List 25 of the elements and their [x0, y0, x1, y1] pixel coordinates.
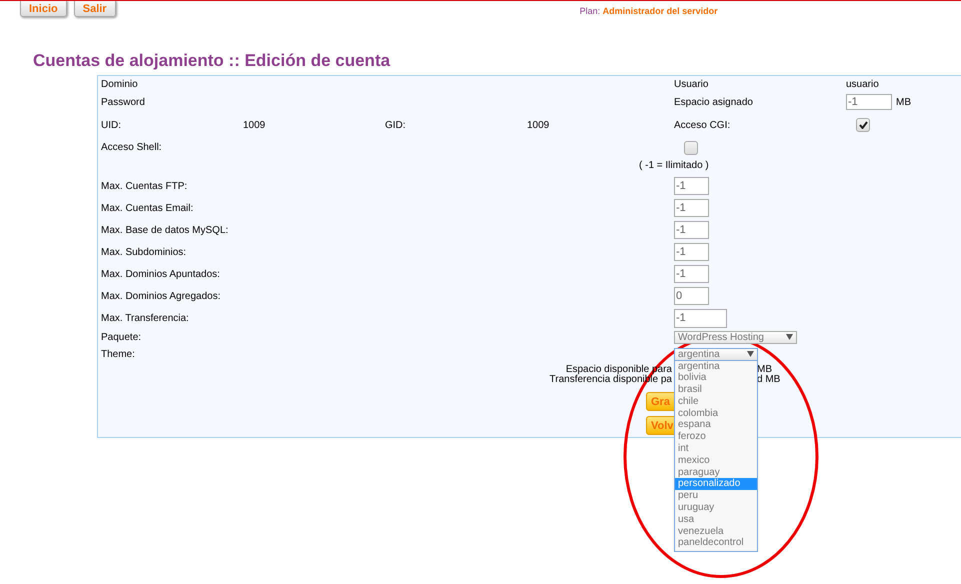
field-label: Max. Transferencia:: [101, 312, 189, 324]
availability-unit: MB: [757, 365, 772, 375]
field-text: GID:: [385, 120, 406, 130]
field-label: Max. Cuentas Email:: [101, 202, 194, 214]
field-text: 1009: [527, 120, 550, 130]
field-text: Acceso Shell:: [101, 142, 162, 153]
plan-text: Plan: Administrador del servidor: [580, 5, 718, 16]
field-text: Espacio asignado: [674, 96, 753, 108]
field-text: Acceso CGI:: [674, 120, 730, 130]
field-text: 1009: [243, 120, 266, 130]
field-text: Usuario: [674, 79, 708, 90]
note-text: ( -1 = Ilimitado ): [639, 160, 709, 171]
field-label: Max. Dominios Agregados:: [101, 290, 221, 302]
field-text: Password: [101, 96, 145, 108]
field-label: Max. Cuentas FTP:: [101, 180, 188, 192]
unit-label: MB: [896, 96, 911, 108]
field-label: Max. Base de datos MySQL:: [101, 224, 228, 236]
field-text: UID:: [101, 120, 121, 130]
field-label: Theme:: [101, 348, 135, 360]
field-text: usuario: [846, 79, 879, 90]
field-label: Max. Dominios Apuntados:: [101, 268, 220, 280]
field-label: Paquete:: [101, 332, 142, 342]
page-title: Cuentas de alojamiento :: Edición de cuenta: [33, 51, 392, 71]
field-text: Dominio: [101, 79, 138, 90]
field-label: Max. Subdominios:: [101, 246, 186, 258]
